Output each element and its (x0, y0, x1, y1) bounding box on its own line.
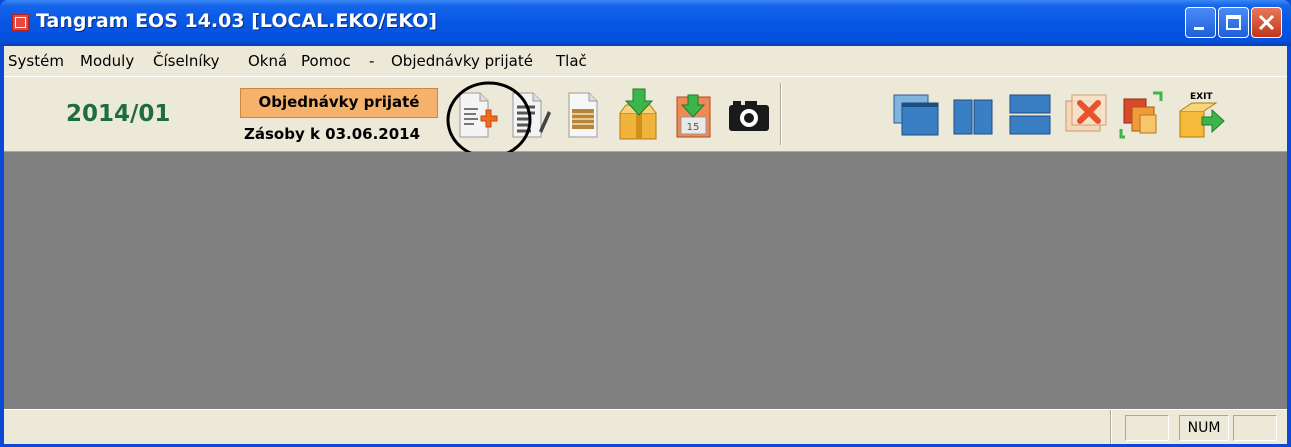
close-windows-button[interactable] (1058, 83, 1113, 145)
client-area: Systém Moduly Číselníky Okná Pomoc - Obj… (4, 46, 1287, 444)
status-bar: NUM (4, 409, 1287, 444)
module-subtitle: Zásoby k 03.06.2014 (244, 125, 421, 143)
toolbar-separator (780, 83, 782, 145)
list-document-icon (568, 92, 598, 138)
toolbar: 2014/01 Objednávky prijaté Zásoby k 03.0… (4, 76, 1287, 152)
exit-icon: EXIT (1179, 92, 1225, 138)
close-windows-icon (1065, 94, 1107, 132)
app-icon[interactable] (12, 14, 29, 31)
cascade-windows-icon (893, 94, 939, 136)
exit-button[interactable]: EXIT (1172, 83, 1227, 145)
exit-label: EXIT (1190, 92, 1213, 102)
list-document-button[interactable] (556, 83, 611, 145)
camera-icon (729, 101, 769, 131)
title-bar[interactable]: Tangram EOS 14.03 [LOCAL.EKO/EKO] (0, 0, 1291, 46)
minimize-button[interactable] (1185, 7, 1216, 38)
menu-help[interactable]: Pomoc (301, 52, 351, 70)
menu-received-orders[interactable]: Objednávky prijaté (391, 52, 533, 70)
calendar-download-button[interactable]: 15 (666, 83, 721, 145)
mdi-workspace[interactable] (4, 152, 1287, 409)
menu-modules[interactable]: Moduly (80, 52, 134, 70)
tile-vertical-button[interactable] (945, 83, 1000, 145)
period-label: 2014/01 (66, 101, 171, 127)
camera-button[interactable] (721, 83, 776, 145)
menu-codelists[interactable]: Číselníky (153, 52, 220, 70)
status-separator (1110, 410, 1112, 444)
menu-print[interactable]: Tlač (556, 52, 587, 70)
close-button[interactable] (1251, 7, 1282, 38)
menu-system[interactable]: Systém (8, 52, 64, 70)
arrange-windows-icon (1119, 91, 1163, 139)
tile-vertical-icon (953, 99, 993, 135)
menu-windows[interactable]: Okná (248, 52, 287, 70)
menu-separator: - (369, 52, 375, 70)
import-package-icon (619, 88, 657, 140)
minimize-icon (1194, 27, 1204, 30)
status-num-indicator: NUM (1179, 415, 1229, 441)
arrange-windows-button[interactable] (1115, 83, 1170, 145)
new-document-button[interactable] (446, 83, 501, 145)
module-button[interactable]: Objednávky prijaté (240, 88, 438, 118)
svg-text:15: 15 (687, 122, 700, 133)
status-caps-indicator (1125, 415, 1169, 441)
cascade-windows-button[interactable] (888, 83, 943, 145)
close-icon (1258, 14, 1275, 31)
menu-bar: Systém Moduly Číselníky Okná Pomoc - Obj… (4, 46, 1287, 76)
tile-horizontal-button[interactable] (1002, 83, 1057, 145)
import-package-button[interactable] (611, 83, 666, 145)
new-document-icon (459, 92, 498, 138)
status-scroll-indicator (1233, 415, 1277, 441)
maximize-button[interactable] (1218, 7, 1249, 38)
edit-document-button[interactable] (501, 83, 556, 145)
app-window: Tangram EOS 14.03 [LOCAL.EKO/EKO] Systém… (0, 0, 1291, 447)
window-title: Tangram EOS 14.03 [LOCAL.EKO/EKO] (36, 10, 438, 32)
edit-document-icon (512, 92, 551, 138)
maximize-icon (1226, 15, 1241, 30)
tile-horizontal-icon (1009, 94, 1051, 135)
calendar-download-icon: 15 (676, 94, 711, 138)
